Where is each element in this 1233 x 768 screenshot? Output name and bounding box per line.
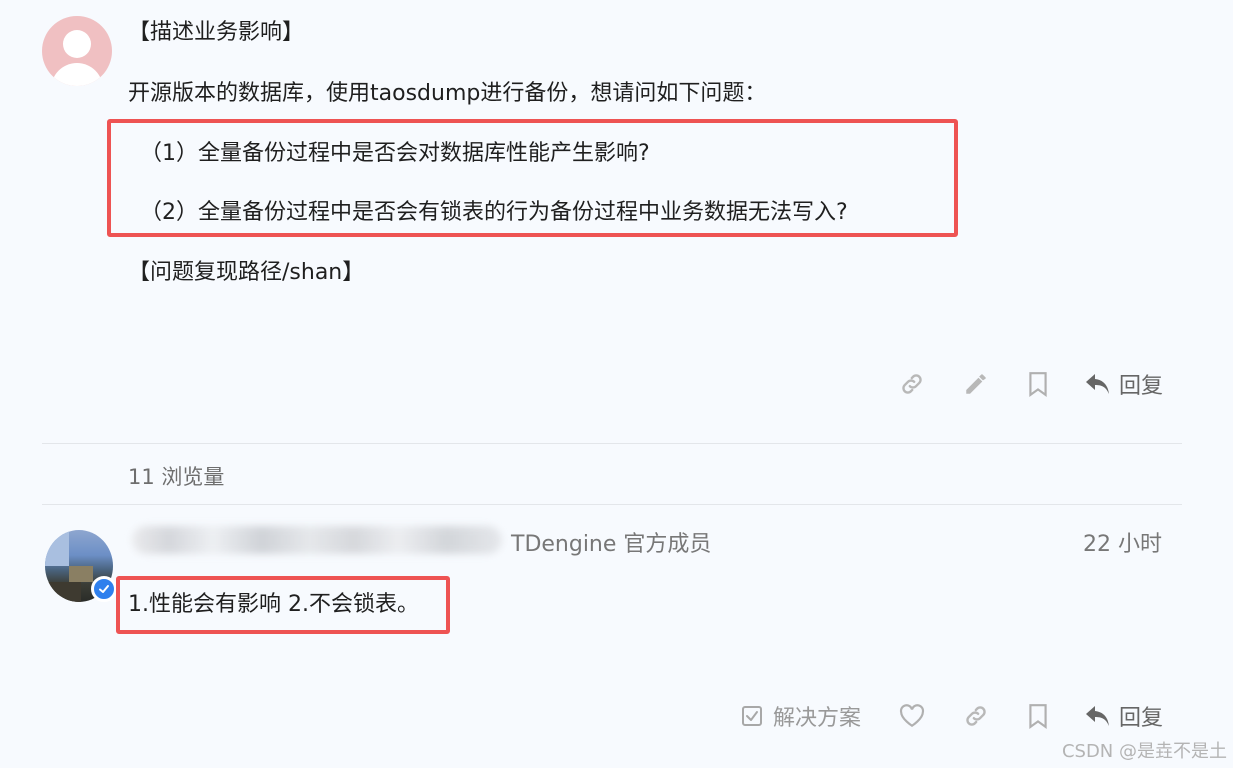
post-actions: 回复: [899, 368, 1163, 400]
edit-button[interactable]: [963, 371, 989, 397]
mark-solution-button[interactable]: 解决方案: [741, 700, 861, 732]
bookmark-button[interactable]: [1027, 703, 1049, 729]
reply-icon: [1085, 706, 1109, 726]
reply-button[interactable]: 回复: [1085, 700, 1163, 732]
topic-page: 【描述业务影响】 开源版本的数据库，使用taosdump进行备份，想请问如下问题…: [0, 0, 1233, 768]
post-time[interactable]: 22 小时: [1083, 526, 1162, 558]
username-blurred[interactable]: [132, 526, 502, 554]
view-count: 11 浏览量: [128, 465, 225, 489]
copy-link-button[interactable]: [899, 371, 925, 397]
divider: [42, 443, 1182, 444]
like-button[interactable]: [899, 704, 925, 728]
link-icon: [966, 706, 986, 726]
highlight-box-questions: [107, 119, 958, 237]
post-line-business-impact: 【描述业务影响】: [128, 20, 305, 45]
heart-icon: [899, 704, 925, 728]
bookmark-icon: [1029, 704, 1047, 729]
pencil-icon: [966, 374, 986, 394]
reply-label: 回复: [1118, 374, 1163, 399]
avatar[interactable]: [42, 16, 112, 86]
highlight-box-answer: [116, 576, 450, 634]
verified-icon: [91, 576, 117, 602]
avatar-body: [51, 63, 103, 86]
reply-label: 回复: [1118, 706, 1163, 731]
avatar-head: [63, 30, 91, 58]
bookmark-icon: [1029, 372, 1047, 397]
reply-icon: [1085, 374, 1109, 394]
post-line-question-intro: 开源版本的数据库，使用taosdump进行备份，想请问如下问题：: [128, 81, 767, 106]
member-tag: TDengine 官方成员: [511, 532, 712, 557]
solution-label: 解决方案: [772, 706, 861, 731]
divider: [42, 504, 1182, 505]
checkbox-icon: [741, 706, 762, 726]
bookmark-button[interactable]: [1027, 371, 1049, 397]
watermark: CSDN @是垚不是土: [1061, 741, 1227, 762]
link-icon: [902, 374, 922, 394]
copy-link-button[interactable]: [963, 703, 989, 729]
post-actions: 解决方案 回复: [741, 700, 1163, 732]
reply-button[interactable]: 回复: [1085, 368, 1163, 400]
post-line-repro-path: 【问题复现路径/shan】: [128, 260, 365, 285]
